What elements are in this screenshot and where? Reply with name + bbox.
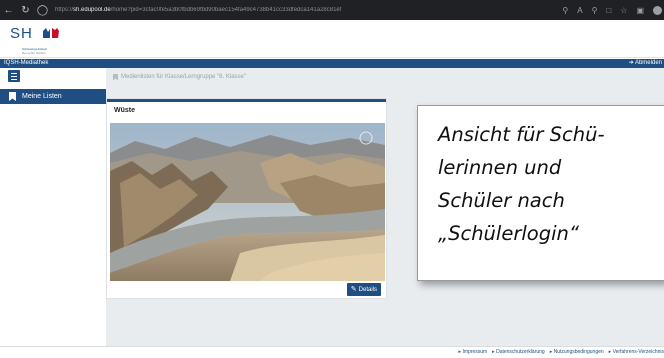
collections-icon[interactable]: ▣: [636, 6, 644, 15]
url-scheme: https://: [55, 7, 74, 13]
edit-icon: ✎: [350, 286, 357, 293]
logout-button[interactable]: ➜ Abmelden: [629, 59, 662, 68]
address-bar[interactable]: https://sh.edupool.de/home?pid=3cfac0fe5…: [55, 7, 455, 13]
key-icon[interactable]: ⚲: [562, 6, 568, 15]
app-title[interactable]: IQSH-Mediathek: [4, 59, 48, 68]
note-line: Schüler nach: [438, 189, 565, 212]
sidebar: Meine Listen: [0, 88, 106, 338]
footer-link-impressum[interactable]: ▸ Impressum: [459, 349, 488, 357]
arrow-left-icon[interactable]: ←: [0, 5, 17, 16]
annotation-note: Ansicht für Schü- lerinnen und Schüler n…: [417, 105, 664, 281]
url-path: /home?pid=3cfac0fe5a3b0fbdb69fbd90baec15…: [110, 7, 342, 13]
desert-image[interactable]: [110, 123, 385, 281]
details-button[interactable]: ✎ Details: [346, 283, 381, 296]
logout-label: Abmelden: [634, 60, 662, 66]
footer-link-nutzungsbedingungen[interactable]: ▸ Nutzungsbedingungen: [550, 349, 604, 357]
browser-toolbar: ← ↻ ◯ https://sh.edupool.de/home?pid=3cf…: [0, 0, 664, 20]
url-host: sh.edupool.de: [73, 7, 111, 13]
top-navigation: IQSH-Mediathek ➜ Abmelden: [0, 59, 664, 68]
note-line: lerinnen und: [438, 156, 562, 179]
bookmark-icon: [9, 92, 16, 101]
footer-links: ▸ Impressum ▸ Datenschutzerklärung ▸ Nut…: [459, 349, 664, 357]
breadcrumb: Medienlisten für Klasse/Lerngruppe "6. K…: [113, 72, 246, 82]
breadcrumb-text: Medienlisten für Klasse/Lerngruppe "6. K…: [121, 74, 246, 80]
zoom-icon[interactable]: ⚲: [592, 6, 598, 15]
note-line: „Schülerlogin“: [438, 222, 579, 245]
card-title: Wüste: [114, 107, 135, 114]
favorites-icon[interactable]: ☆: [620, 6, 627, 15]
read-aloud-icon[interactable]: A: [577, 6, 582, 15]
footer-divider: [0, 346, 664, 347]
profile-icon[interactable]: [653, 5, 662, 15]
media-card: Wüste ✎ Details: [106, 98, 387, 299]
browser-icon-group: ⚲ A ⚲ □ ☆ ▣: [562, 0, 662, 20]
site-header: SH Schleswig-Holstein Der echte Norden: [0, 20, 664, 58]
footer-link-datenschutz[interactable]: ▸ Datenschutzerklärung: [492, 349, 545, 357]
sidebar-item-meine-listen[interactable]: Meine Listen: [0, 89, 106, 104]
crest-icon: [43, 28, 59, 38]
note-line: Ansicht für Schü-: [438, 123, 605, 146]
sidebar-item-label: Meine Listen: [22, 93, 62, 100]
lock-icon: ◯: [36, 4, 49, 16]
menu-toggle-button[interactable]: [8, 70, 20, 82]
bookmark-icon: [113, 73, 118, 81]
reload-icon[interactable]: ↻: [17, 5, 34, 16]
extensions-icon[interactable]: □: [606, 6, 611, 15]
details-label: Details: [358, 286, 377, 293]
footer-link-verfahrensverzeichnis[interactable]: ▸ Verfahrens-Verzeichnis: [609, 349, 664, 357]
logo-line2: Der echte Norden: [22, 51, 46, 55]
logo-text: SH: [10, 25, 33, 42]
